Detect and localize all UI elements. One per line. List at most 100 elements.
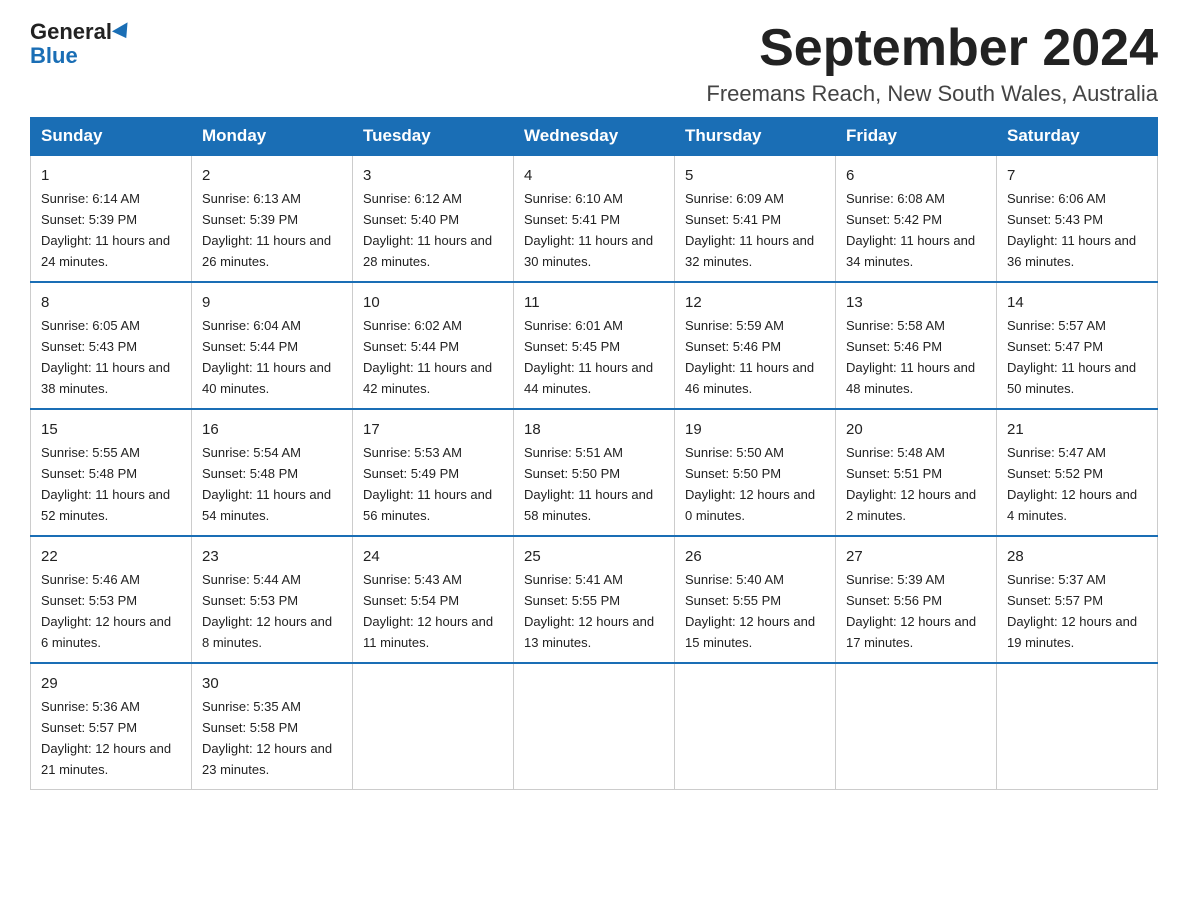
day-info: Sunrise: 6:10 AMSunset: 5:41 PMDaylight:… [524,191,653,269]
week-row: 8 Sunrise: 6:05 AMSunset: 5:43 PMDayligh… [31,282,1158,409]
table-row: 28 Sunrise: 5:37 AMSunset: 5:57 PMDaylig… [997,536,1158,663]
day-number: 26 [685,545,825,568]
table-row: 20 Sunrise: 5:48 AMSunset: 5:51 PMDaylig… [836,409,997,536]
day-number: 17 [363,418,503,441]
table-row: 26 Sunrise: 5:40 AMSunset: 5:55 PMDaylig… [675,536,836,663]
table-row: 7 Sunrise: 6:06 AMSunset: 5:43 PMDayligh… [997,155,1158,282]
table-row: 11 Sunrise: 6:01 AMSunset: 5:45 PMDaylig… [514,282,675,409]
table-row: 5 Sunrise: 6:09 AMSunset: 5:41 PMDayligh… [675,155,836,282]
day-info: Sunrise: 5:35 AMSunset: 5:58 PMDaylight:… [202,699,332,777]
table-row: 22 Sunrise: 5:46 AMSunset: 5:53 PMDaylig… [31,536,192,663]
table-row [997,663,1158,789]
table-row: 12 Sunrise: 5:59 AMSunset: 5:46 PMDaylig… [675,282,836,409]
day-info: Sunrise: 5:55 AMSunset: 5:48 PMDaylight:… [41,445,170,523]
col-friday: Friday [836,118,997,156]
day-info: Sunrise: 5:58 AMSunset: 5:46 PMDaylight:… [846,318,975,396]
table-row: 15 Sunrise: 5:55 AMSunset: 5:48 PMDaylig… [31,409,192,536]
day-info: Sunrise: 6:12 AMSunset: 5:40 PMDaylight:… [363,191,492,269]
table-row: 1 Sunrise: 6:14 AMSunset: 5:39 PMDayligh… [31,155,192,282]
col-wednesday: Wednesday [514,118,675,156]
title-area: September 2024 Freemans Reach, New South… [706,20,1158,107]
table-row: 17 Sunrise: 5:53 AMSunset: 5:49 PMDaylig… [353,409,514,536]
logo-general: General [30,20,112,44]
day-info: Sunrise: 5:41 AMSunset: 5:55 PMDaylight:… [524,572,654,650]
day-number: 13 [846,291,986,314]
day-info: Sunrise: 5:50 AMSunset: 5:50 PMDaylight:… [685,445,815,523]
day-number: 25 [524,545,664,568]
day-info: Sunrise: 5:54 AMSunset: 5:48 PMDaylight:… [202,445,331,523]
day-info: Sunrise: 5:44 AMSunset: 5:53 PMDaylight:… [202,572,332,650]
day-number: 20 [846,418,986,441]
day-number: 18 [524,418,664,441]
logo: General Blue [30,20,132,68]
day-info: Sunrise: 5:46 AMSunset: 5:53 PMDaylight:… [41,572,171,650]
table-row [514,663,675,789]
day-info: Sunrise: 5:39 AMSunset: 5:56 PMDaylight:… [846,572,976,650]
day-info: Sunrise: 6:06 AMSunset: 5:43 PMDaylight:… [1007,191,1136,269]
table-row [836,663,997,789]
col-monday: Monday [192,118,353,156]
day-number: 3 [363,164,503,187]
table-row: 4 Sunrise: 6:10 AMSunset: 5:41 PMDayligh… [514,155,675,282]
day-number: 15 [41,418,181,441]
day-number: 6 [846,164,986,187]
day-number: 28 [1007,545,1147,568]
day-number: 12 [685,291,825,314]
table-row: 23 Sunrise: 5:44 AMSunset: 5:53 PMDaylig… [192,536,353,663]
week-row: 1 Sunrise: 6:14 AMSunset: 5:39 PMDayligh… [31,155,1158,282]
day-number: 9 [202,291,342,314]
day-info: Sunrise: 6:09 AMSunset: 5:41 PMDaylight:… [685,191,814,269]
day-info: Sunrise: 6:04 AMSunset: 5:44 PMDaylight:… [202,318,331,396]
day-number: 24 [363,545,503,568]
day-number: 29 [41,672,181,695]
day-info: Sunrise: 5:53 AMSunset: 5:49 PMDaylight:… [363,445,492,523]
header-row: Sunday Monday Tuesday Wednesday Thursday… [31,118,1158,156]
table-row [353,663,514,789]
table-row [675,663,836,789]
col-tuesday: Tuesday [353,118,514,156]
day-number: 4 [524,164,664,187]
day-info: Sunrise: 6:05 AMSunset: 5:43 PMDaylight:… [41,318,170,396]
day-info: Sunrise: 5:37 AMSunset: 5:57 PMDaylight:… [1007,572,1137,650]
day-number: 16 [202,418,342,441]
header: General Blue September 2024 Freemans Rea… [30,20,1158,107]
day-number: 23 [202,545,342,568]
logo-blue: Blue [30,44,78,68]
day-number: 14 [1007,291,1147,314]
table-row: 25 Sunrise: 5:41 AMSunset: 5:55 PMDaylig… [514,536,675,663]
week-row: 29 Sunrise: 5:36 AMSunset: 5:57 PMDaylig… [31,663,1158,789]
day-info: Sunrise: 5:40 AMSunset: 5:55 PMDaylight:… [685,572,815,650]
day-number: 8 [41,291,181,314]
table-row: 27 Sunrise: 5:39 AMSunset: 5:56 PMDaylig… [836,536,997,663]
day-number: 21 [1007,418,1147,441]
table-row: 24 Sunrise: 5:43 AMSunset: 5:54 PMDaylig… [353,536,514,663]
day-info: Sunrise: 5:47 AMSunset: 5:52 PMDaylight:… [1007,445,1137,523]
day-info: Sunrise: 5:59 AMSunset: 5:46 PMDaylight:… [685,318,814,396]
location-title: Freemans Reach, New South Wales, Austral… [706,81,1158,107]
table-row: 9 Sunrise: 6:04 AMSunset: 5:44 PMDayligh… [192,282,353,409]
table-row: 10 Sunrise: 6:02 AMSunset: 5:44 PMDaylig… [353,282,514,409]
table-row: 18 Sunrise: 5:51 AMSunset: 5:50 PMDaylig… [514,409,675,536]
table-row: 3 Sunrise: 6:12 AMSunset: 5:40 PMDayligh… [353,155,514,282]
table-row: 13 Sunrise: 5:58 AMSunset: 5:46 PMDaylig… [836,282,997,409]
day-number: 10 [363,291,503,314]
table-row: 16 Sunrise: 5:54 AMSunset: 5:48 PMDaylig… [192,409,353,536]
day-number: 30 [202,672,342,695]
day-number: 1 [41,164,181,187]
day-info: Sunrise: 5:51 AMSunset: 5:50 PMDaylight:… [524,445,653,523]
table-row: 6 Sunrise: 6:08 AMSunset: 5:42 PMDayligh… [836,155,997,282]
day-info: Sunrise: 5:43 AMSunset: 5:54 PMDaylight:… [363,572,493,650]
day-number: 2 [202,164,342,187]
table-row: 14 Sunrise: 5:57 AMSunset: 5:47 PMDaylig… [997,282,1158,409]
table-row: 29 Sunrise: 5:36 AMSunset: 5:57 PMDaylig… [31,663,192,789]
day-number: 5 [685,164,825,187]
week-row: 15 Sunrise: 5:55 AMSunset: 5:48 PMDaylig… [31,409,1158,536]
day-number: 7 [1007,164,1147,187]
table-row: 19 Sunrise: 5:50 AMSunset: 5:50 PMDaylig… [675,409,836,536]
week-row: 22 Sunrise: 5:46 AMSunset: 5:53 PMDaylig… [31,536,1158,663]
day-info: Sunrise: 6:13 AMSunset: 5:39 PMDaylight:… [202,191,331,269]
col-thursday: Thursday [675,118,836,156]
col-saturday: Saturday [997,118,1158,156]
day-info: Sunrise: 6:14 AMSunset: 5:39 PMDaylight:… [41,191,170,269]
day-info: Sunrise: 5:48 AMSunset: 5:51 PMDaylight:… [846,445,976,523]
